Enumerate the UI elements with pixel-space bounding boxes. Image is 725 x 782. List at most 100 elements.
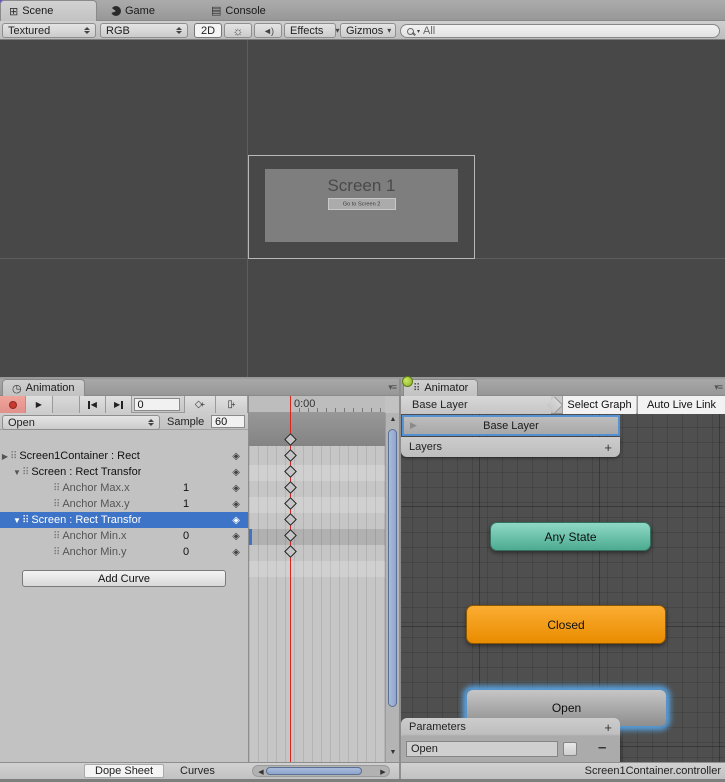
add-keyframe-button[interactable]: ◇ + — [184, 396, 216, 413]
dope-sheet-button[interactable]: Dope Sheet — [84, 764, 164, 778]
sample-label: Sample — [167, 416, 204, 428]
timeline-ruler[interactable]: 0:00 — [249, 396, 385, 413]
toggle-2d-label: 2D — [201, 25, 215, 37]
top-tab-bar: ⊞ Scene Game ▤ Console — [0, 0, 725, 21]
animation-property-row-selected[interactable]: ▼ ⠿ Screen : Rect Transfor ◈ — [0, 512, 248, 528]
tab-game-label: Game — [125, 5, 155, 17]
clip-name: Open — [8, 417, 35, 429]
state-machine-graph[interactable]: ▶ Base Layer Layers + Any State Closed O… — [401, 414, 725, 762]
audio-toggle-button[interactable]: ◄) — [254, 23, 282, 38]
curves-button[interactable]: Curves — [170, 764, 225, 778]
gizmos-dropdown[interactable]: Gizmos ▾ — [340, 23, 396, 38]
key-diamond-icon[interactable]: ◈ — [232, 467, 240, 478]
rect-transform-icon: ⠿ — [53, 547, 60, 558]
scroll-down-icon[interactable]: ▼ — [388, 749, 398, 756]
tab-scene[interactable]: ⊞ Scene — [0, 0, 97, 21]
gizmos-label: Gizmos — [346, 25, 383, 37]
scroll-right-icon[interactable]: ▶ — [378, 768, 388, 776]
go-to-screen2-button[interactable]: Go to Screen 2 — [328, 198, 396, 210]
search-filter-caret-icon: ▾ — [417, 28, 420, 35]
clip-bar: Open Sample 60 — [0, 413, 248, 430]
animation-property-row[interactable]: ⠿ Anchor Max.x 1 ◈ — [0, 480, 248, 496]
first-frame-icon: ◀ — [88, 400, 97, 409]
add-parameter-button[interactable]: + — [604, 720, 612, 735]
auto-live-link-button[interactable]: Auto Live Link — [637, 396, 725, 414]
key-diamond-icon[interactable]: ◈ — [232, 547, 240, 558]
panel-menu-icon[interactable]: ▾≡ — [388, 382, 396, 393]
add-event-button[interactable]: ▯ + — [216, 396, 248, 413]
animation-property-row[interactable]: ⠿ Anchor Min.x 0 ◈ — [0, 528, 248, 544]
select-graph-button[interactable]: Select Graph — [562, 396, 636, 414]
animator-panel: ⠿ Animator ▾≡ Base Layer Select Graph Au… — [401, 379, 725, 782]
parameter-bool-checkbox[interactable] — [563, 742, 577, 756]
screen1-panel[interactable]: Screen 1 Go to Screen 2 — [265, 169, 458, 242]
first-frame-button[interactable]: ◀ — [80, 396, 106, 413]
rect-transform-icon: ⠿ — [53, 499, 60, 510]
key-diamond-icon[interactable]: ◈ — [232, 499, 240, 510]
scroll-up-icon[interactable]: ▲ — [388, 416, 398, 423]
animator-icon: ⠿ — [413, 383, 420, 394]
scene-search-input[interactable]: ▾ All — [400, 24, 720, 38]
add-layer-button[interactable]: + — [604, 440, 612, 455]
parameters-header[interactable]: Parameters + — [401, 718, 620, 736]
add-curve-button[interactable]: Add Curve — [22, 570, 226, 587]
tab-console[interactable]: ▤ Console — [203, 0, 274, 21]
key-diamond-icon[interactable]: ◈ — [232, 531, 240, 542]
play-button[interactable]: ▶ — [26, 396, 52, 413]
dopesheet-header-band — [249, 413, 385, 446]
clock-icon: ◷ — [12, 382, 22, 395]
vertical-scrollbar[interactable]: ▲ ▼ — [385, 413, 399, 762]
animation-property-row[interactable]: ⠿ Anchor Min.y 0 ◈ — [0, 544, 248, 560]
tab-animation[interactable]: ◷ Animation — [2, 379, 85, 396]
state-node-closed[interactable]: Closed — [466, 605, 666, 644]
tab-game[interactable]: Game — [103, 0, 163, 21]
tab-animator[interactable]: ⠿ Animator — [403, 379, 478, 396]
key-diamond-icon[interactable]: ◈ — [232, 483, 240, 494]
horizontal-scrollbar[interactable]: ◀ ▶ — [252, 765, 390, 777]
clip-dropdown[interactable]: Open — [2, 415, 160, 430]
animation-property-row[interactable]: ▼ ⠿ Screen : Rect Transfor ◈ — [0, 464, 248, 480]
animation-tab-bar: ◷ Animation ▾≡ — [0, 379, 399, 396]
layer-item-base-layer[interactable]: ▶ Base Layer — [402, 415, 620, 436]
effects-dropdown[interactable]: Effects ▾ — [284, 23, 336, 38]
ruler-ticks — [290, 408, 385, 412]
effects-label: Effects — [290, 25, 323, 37]
foldout-open-icon[interactable]: ▼ — [12, 468, 22, 477]
tab-console-label: Console — [225, 5, 265, 17]
record-button[interactable] — [0, 396, 26, 413]
animation-property-row[interactable]: ▶ ⠿ Screen1Container : Rect ◈ — [0, 448, 248, 464]
vertical-scrollbar-thumb[interactable] — [388, 429, 397, 707]
key-diamond-icon[interactable]: ◈ — [232, 451, 240, 462]
toggle-2d-button[interactable]: 2D — [194, 23, 222, 38]
state-node-any-state[interactable]: Any State — [490, 522, 651, 551]
foldout-closed-icon[interactable]: ▶ — [0, 452, 10, 461]
next-frame-button[interactable]: ▶ — [106, 396, 132, 413]
draw-mode-dropdown[interactable]: Textured — [2, 23, 96, 38]
selected-row-marker — [249, 529, 252, 545]
tab-animation-label: Animation — [26, 382, 75, 394]
dopesheet[interactable]: 0:00 — [248, 396, 385, 762]
remove-parameter-button[interactable]: – — [598, 739, 606, 756]
foldout-open-icon[interactable]: ▼ — [12, 516, 22, 525]
draw-mode-label: Textured — [8, 25, 50, 37]
parameter-name-input[interactable]: Open — [406, 741, 558, 757]
console-icon: ▤ — [211, 4, 221, 17]
key-diamond-icon[interactable]: ◈ — [232, 515, 240, 526]
scroll-left-icon[interactable]: ◀ — [256, 768, 266, 776]
sample-rate-input[interactable]: 60 — [211, 415, 245, 428]
animator-status-bar: Screen1Container.controller — [401, 762, 725, 779]
layers-header[interactable]: Layers + — [401, 437, 620, 457]
dropdown-arrows-icon — [84, 27, 90, 34]
screen1-title: Screen 1 — [265, 176, 458, 196]
current-frame-input[interactable]: 0 — [134, 398, 180, 411]
parameter-row: Open – — [401, 736, 620, 762]
horizontal-scrollbar-thumb[interactable] — [266, 767, 362, 775]
render-mode-label: RGB — [106, 25, 130, 37]
panel-menu-icon[interactable]: ▾≡ — [714, 382, 722, 393]
dopesheet-grid[interactable] — [249, 413, 385, 762]
lighting-toggle-button[interactable]: ☼ — [224, 23, 252, 38]
animation-property-row[interactable]: ⠿ Anchor Max.y 1 ◈ — [0, 496, 248, 512]
render-mode-dropdown[interactable]: RGB — [100, 23, 188, 38]
breadcrumb-base-layer[interactable]: Base Layer — [401, 396, 551, 414]
scene-view[interactable]: Screen 1 Go to Screen 2 — [0, 40, 725, 377]
